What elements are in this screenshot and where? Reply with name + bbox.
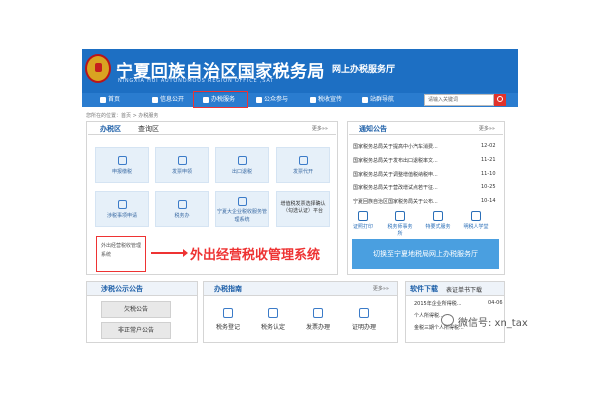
page: 宁夏回族自治区国家税务局 NINGXIA HUI AUTONOMOUS REGI…: [0, 0, 600, 400]
guide-panel-header: 办税指南 更多»»: [204, 282, 397, 296]
watermark: 微信号: xn_tax: [458, 318, 528, 329]
quick-school[interactable]: 明税人学堂: [462, 211, 490, 230]
download-panel: 软件下载 表证单书下载 2015年企业所得税... 04-06 个人所得税...…: [405, 281, 505, 343]
public-panel: 涉税公示公告 欠税公告 非正常户公告: [86, 281, 198, 343]
invoice-handle-icon: [313, 308, 323, 318]
public-panel-title: 涉税公示公告: [101, 285, 143, 293]
sitemap-icon: [362, 96, 368, 103]
apply-icon: [117, 200, 127, 209]
people-icon: [256, 96, 262, 103]
service-invoice-apply[interactable]: 发票申领: [155, 147, 209, 183]
notice-date: 11-21: [481, 157, 496, 163]
nav-public[interactable]: 公众参与: [256, 94, 288, 106]
nav-sitemap[interactable]: 站群导航: [362, 94, 394, 106]
nav-home[interactable]: 首页: [100, 94, 120, 106]
guide-panel-title: 办税指南: [214, 285, 242, 293]
notice-date: 11-10: [481, 171, 496, 177]
download-item[interactable]: 金税三期个人所得税...: [414, 324, 464, 331]
news-icon: [310, 96, 316, 103]
download-item[interactable]: 个人所得税...: [414, 312, 444, 319]
notice-item[interactable]: 国家税务总局关于发布出口退税率文...: [353, 157, 438, 164]
guide-proof[interactable]: 证明办理: [344, 308, 384, 331]
guide-certification[interactable]: 税务认定: [253, 308, 293, 331]
guide-registration[interactable]: 税务登记: [208, 308, 248, 331]
notice-date: 10-14: [481, 198, 496, 204]
wechat-icon: [441, 314, 454, 326]
hall-label: 网上办税服务厅: [332, 65, 396, 75]
download-panel-header: 软件下载 表证单书下载: [406, 282, 504, 296]
school-icon: [471, 211, 481, 221]
service-tax-office[interactable]: 税务办: [155, 191, 209, 227]
register-icon: [223, 308, 233, 318]
tab-software-download[interactable]: 软件下载: [410, 284, 438, 294]
firm-icon: [395, 211, 405, 221]
download-item[interactable]: 2015年企业所得税...: [414, 300, 462, 307]
info-icon: [152, 96, 158, 103]
service-export-refund[interactable]: 出口退税: [215, 147, 269, 183]
notice-title: 通知公告: [359, 125, 387, 133]
national-emblem-icon: [85, 54, 111, 83]
certificate-icon: [358, 211, 368, 221]
public-panel-header: 涉税公示公告: [87, 282, 197, 296]
tax-panel-tabs: 办税区 查询区 更多»»: [88, 122, 336, 135]
notice-date: 10-25: [481, 184, 496, 190]
notice-item[interactable]: 国家税务总局关于调整增值税纳税申...: [353, 171, 438, 178]
callout-text: 外出经营税收管理系统: [190, 248, 321, 263]
notice-item[interactable]: 国家税务总局关于营改增试点若干征...: [353, 184, 438, 191]
home-icon: [100, 96, 106, 103]
tab-form-download[interactable]: 表证单书下载: [446, 285, 482, 294]
quick-certificate-print[interactable]: 证照打印: [349, 211, 377, 230]
guide-invoice[interactable]: 发票办理: [298, 308, 338, 331]
tab-tax[interactable]: 办税区: [100, 124, 121, 134]
service-enterprise[interactable]: 宁夏大企业税收服务管理系统: [215, 191, 269, 227]
tab-query[interactable]: 查询区: [138, 124, 159, 134]
declare-icon: [117, 156, 127, 165]
breadcrumb: 您所在的位置：首页 > 办税服务: [86, 113, 159, 119]
service-icon: [433, 211, 443, 221]
service-apply[interactable]: 涉税事项申请: [95, 191, 149, 227]
enterprise-icon: [237, 197, 247, 206]
notice-more-link[interactable]: 更多»»: [479, 125, 495, 132]
certify-icon: [268, 308, 278, 318]
invoice-icon: [177, 156, 187, 165]
arrears-notice-button[interactable]: 欠税公告: [101, 301, 171, 318]
nav-info[interactable]: 信息公开: [152, 94, 184, 106]
guide-panel: 办税指南 更多»» 税务登记 税务认定 发票办理 证明办理: [203, 281, 398, 343]
service-waichu[interactable]: 外出经营税收管理系统: [96, 236, 146, 272]
quick-tax-firm[interactable]: 税务师事务所: [386, 211, 414, 237]
quick-special-service[interactable]: 特要式服务: [424, 211, 452, 230]
search-input[interactable]: 请输入关键词: [424, 94, 494, 106]
notice-date: 12-02: [481, 143, 496, 149]
service-declare[interactable]: 申报缴税: [95, 147, 149, 183]
notice-item[interactable]: 国家税务总局关于提高中小汽车消费...: [353, 143, 438, 150]
callout-arrow: [151, 249, 188, 257]
print-icon: [298, 156, 308, 165]
site-header: 宁夏回族自治区国家税务局 NINGXIA HUI AUTONOMOUS REGI…: [82, 49, 518, 93]
switch-local-tax-button[interactable]: 切换至宁夏地税局网上办税服务厅: [352, 239, 499, 269]
abnormal-notice-button[interactable]: 非正常户公告: [101, 322, 171, 339]
notice-item[interactable]: 宁夏回族自治区国家税务局关于公布...: [353, 198, 438, 205]
guide-more-link[interactable]: 更多»»: [373, 285, 389, 292]
nav-highlight-box: [193, 91, 248, 108]
tax-more-link[interactable]: 更多»»: [312, 125, 328, 132]
nav-publicity[interactable]: 税收宣传: [310, 94, 342, 106]
service-invoice-confirm[interactable]: 增值税发票选择确认（勾选认证）平台: [276, 191, 330, 227]
search-icon[interactable]: [494, 94, 506, 106]
site-title-en: NINGXIA HUI AUTONOMOUS REGION OFFICE ,SA…: [118, 78, 275, 84]
proof-icon: [359, 308, 369, 318]
export-icon: [237, 156, 247, 165]
download-date: 04-06: [488, 300, 503, 306]
service-invoice-issue[interactable]: 发票代开: [276, 147, 330, 183]
notice-panel-header: 通知公告 更多»»: [349, 122, 503, 135]
tax-office-icon: [177, 200, 187, 209]
